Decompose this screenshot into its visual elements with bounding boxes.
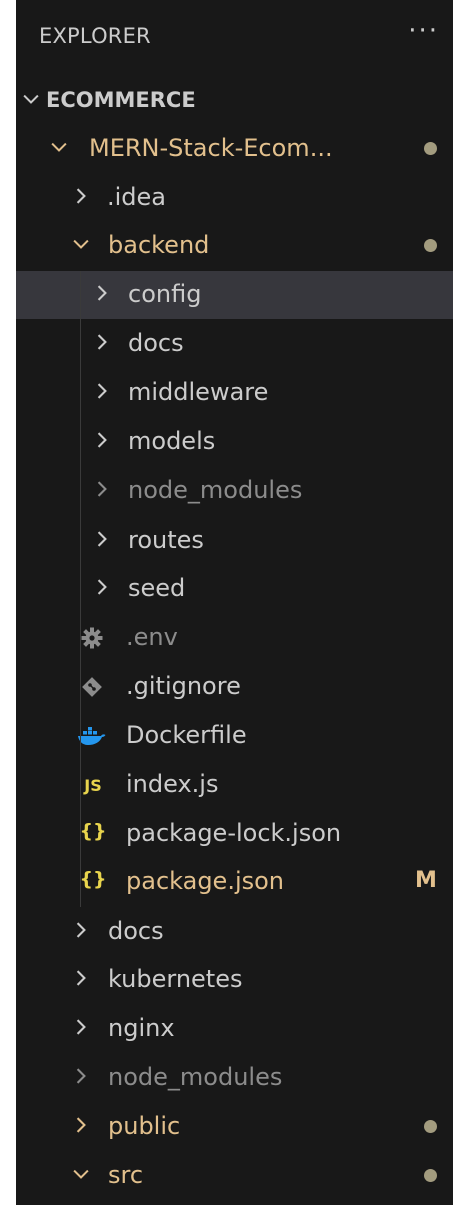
tree-item-label: backend — [108, 231, 210, 259]
more-actions-button[interactable]: ··· — [408, 16, 439, 46]
modified-badge: M — [415, 868, 437, 893]
modified-dot — [424, 1169, 437, 1182]
tree-item-label: index.js — [126, 770, 219, 798]
tree-item-kubernetes[interactable]: kubernetes — [16, 956, 453, 1004]
tree-item-label: package.json — [126, 867, 285, 895]
tree-item-label: kubernetes — [108, 965, 243, 993]
chevron-down-icon — [73, 239, 89, 249]
chevron-right-icon — [76, 1117, 86, 1133]
tree-item-models[interactable]: models — [16, 418, 453, 466]
tree-item-idea[interactable]: .idea — [16, 174, 453, 222]
tree-item-label: .gitignore — [126, 672, 241, 700]
modified-dot — [424, 142, 437, 155]
tree-item-label: routes — [128, 526, 204, 554]
tree-item-label: .env — [126, 623, 178, 651]
modified-dot — [424, 239, 437, 252]
tree-item-label: .idea — [107, 183, 167, 211]
tree-item-docs[interactable]: docs — [16, 320, 453, 368]
tree-item-label: seed — [128, 574, 186, 602]
chevron-right-icon — [97, 383, 107, 399]
json-braces-icon: {} — [79, 820, 107, 842]
tree-item-dockerfile[interactable]: Dockerfile — [16, 712, 453, 760]
workspace-root-ecommerce[interactable]: ECOMMERCE — [16, 77, 453, 125]
tree-item-label: docs — [128, 329, 184, 357]
json-braces-icon: {} — [79, 868, 107, 890]
tree-item-docs-root[interactable]: docs — [16, 908, 453, 956]
explorer-title: EXPLORER — [39, 24, 151, 48]
chevron-right-icon — [76, 922, 86, 938]
tree-item-gitignore[interactable]: .gitignore — [16, 663, 453, 711]
indent-guide — [80, 271, 81, 907]
tree-item-nginx[interactable]: nginx — [16, 1005, 453, 1053]
chevron-right-icon — [76, 1068, 86, 1084]
js-icon: JS — [84, 776, 102, 795]
tree-item-label: package-lock.json — [126, 819, 342, 847]
chevron-down-icon — [51, 142, 67, 152]
tree-item-package-json[interactable]: {} package.json M — [16, 858, 453, 906]
chevron-right-icon — [76, 1019, 86, 1035]
chevron-right-icon — [97, 432, 107, 448]
git-icon — [82, 677, 102, 697]
workspace-root-label: ECOMMERCE — [46, 88, 196, 112]
tree-item-label: node_modules — [108, 1063, 283, 1091]
tree-item-node-modules-root[interactable]: node_modules — [16, 1054, 453, 1102]
tree-item-label: node_modules — [128, 476, 303, 504]
tree-item-label: public — [108, 1112, 181, 1140]
chevron-right-icon — [97, 579, 107, 595]
tree-item-env[interactable]: .env — [16, 614, 453, 662]
chevron-right-icon — [97, 285, 107, 301]
docker-icon — [78, 727, 106, 745]
tree-item-label: nginx — [108, 1014, 175, 1042]
tree-item-src[interactable]: src — [16, 1152, 453, 1200]
explorer-panel: EXPLORER ··· ECOMMERCE MERN-Stack-Ecom..… — [16, 0, 453, 1205]
chevron-right-icon — [76, 188, 86, 204]
tree-item-seed[interactable]: seed — [16, 565, 453, 613]
gear-icon — [81, 627, 103, 649]
chevron-down-icon — [73, 1169, 89, 1179]
tree-item-middleware[interactable]: middleware — [16, 369, 453, 417]
tree-item-label: config — [128, 280, 202, 308]
tree-item-public[interactable]: public — [16, 1103, 453, 1151]
tree-item-package-lock-json[interactable]: {} package-lock.json — [16, 810, 453, 858]
chevron-right-icon — [97, 334, 107, 350]
modified-dot — [424, 1120, 437, 1133]
tree-item-label: MERN-Stack-Ecom... — [89, 134, 333, 162]
tree-item-backend[interactable]: backend — [16, 222, 453, 270]
tree-item-label: docs — [108, 917, 164, 945]
tree-item-label: models — [128, 427, 216, 455]
tree-item-label: src — [108, 1161, 144, 1189]
chevron-right-icon — [76, 970, 86, 986]
tree-item-routes[interactable]: routes — [16, 517, 453, 565]
chevron-down-icon — [23, 94, 39, 104]
chevron-right-icon — [97, 481, 107, 497]
tree-item-index-js[interactable]: JS index.js — [16, 761, 453, 809]
chevron-right-icon — [97, 531, 107, 547]
tree-item-mern-stack-ecom[interactable]: MERN-Stack-Ecom... — [16, 125, 453, 173]
tree-item-label: Dockerfile — [126, 721, 247, 749]
explorer-header: EXPLORER ··· — [16, 0, 453, 78]
tree-item-label: middleware — [128, 378, 269, 406]
tree-item-config[interactable]: config — [16, 271, 453, 319]
tree-item-node-modules[interactable]: node_modules — [16, 467, 453, 515]
